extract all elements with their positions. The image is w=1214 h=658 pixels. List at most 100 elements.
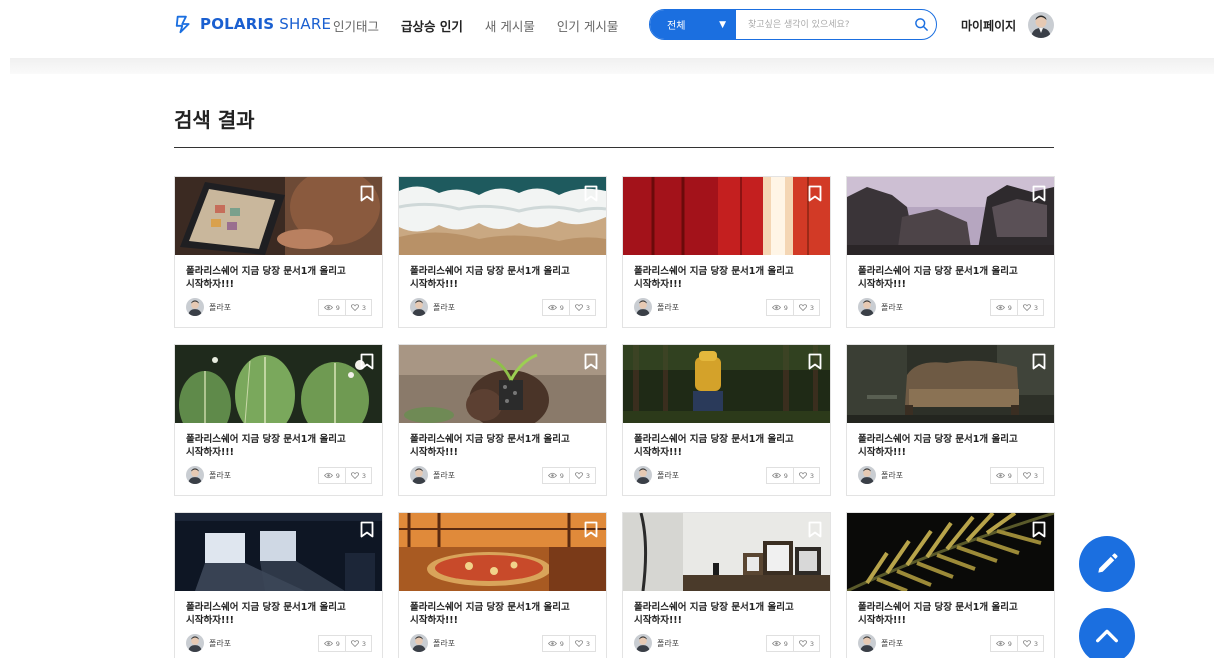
post-card[interactable]: 폴라리스쉐어 지금 당장 문서1개 올리고 시작하자!!! 폴라포 9 3 [622,176,831,328]
view-count-value: 9 [559,639,564,648]
post-stats: 9 3 [765,635,820,652]
bookmark-icon[interactable] [808,521,822,538]
post-card[interactable]: 폴라리스쉐어 지금 당장 문서1개 올리고 시작하자!!! 폴라포 9 3 [174,344,383,496]
view-count-value: 9 [1007,471,1012,480]
like-count[interactable]: 3 [792,468,819,483]
post-card[interactable]: 폴라리스쉐어 지금 당장 문서1개 올리고 시작하자!!! 폴라포 9 3 [622,512,831,658]
bookmark-icon[interactable] [1032,353,1046,370]
user-avatar[interactable] [1028,12,1054,38]
author-avatar-image [186,634,204,652]
bookmark-icon[interactable] [808,353,822,370]
post-author[interactable]: 폴라포 [410,634,455,652]
logo[interactable]: POLARIS SHARE [174,12,331,36]
heart-icon [798,472,807,479]
view-count: 9 [319,300,345,315]
nav-popular-posts[interactable]: 인기 게시물 [557,16,618,35]
post-title[interactable]: 폴라리스쉐어 지금 당장 문서1개 올리고 시작하자!!! [186,434,376,459]
post-card[interactable]: 폴라리스쉐어 지금 당장 문서1개 올리고 시작하자!!! 폴라포 9 3 [622,344,831,496]
cactus-photo-image [175,345,382,423]
post-author[interactable]: 폴라포 [410,466,455,484]
author-avatar [634,634,652,652]
post-title[interactable]: 폴라리스쉐어 지금 당장 문서1개 올리고 시작하자!!! [634,266,824,291]
author-name: 폴라포 [881,470,904,480]
heart-icon [1022,304,1031,311]
avatar-image [1028,12,1054,38]
write-post-button[interactable] [1079,536,1135,592]
bookmark-icon[interactable] [584,521,598,538]
post-card[interactable]: 폴라리스쉐어 지금 당장 문서1개 올리고 시작하자!!! 폴라포 9 3 [846,176,1055,328]
author-avatar-image [186,298,204,316]
bookmark-icon[interactable] [584,353,598,370]
forest-hiker-photo-image [623,345,830,423]
post-card[interactable]: 폴라리스쉐어 지금 당장 문서1개 올리고 시작하자!!! 폴라포 9 3 [174,176,383,328]
laptop-photo-image [175,177,382,255]
post-author[interactable]: 폴라포 [858,466,903,484]
post-title[interactable]: 폴라리스쉐어 지금 당장 문서1개 올리고 시작하자!!! [410,434,600,459]
like-count[interactable]: 3 [344,636,371,651]
post-card[interactable]: 폴라리스쉐어 지금 당장 문서1개 올리고 시작하자!!! 폴라포 9 3 [398,512,607,658]
post-card[interactable]: 폴라리스쉐어 지금 당장 문서1개 올리고 시작하자!!! 폴라포 9 3 [398,176,607,328]
like-count[interactable]: 3 [568,468,595,483]
author-avatar [186,298,204,316]
post-author[interactable]: 폴라포 [858,298,903,316]
view-count-value: 9 [335,639,340,648]
nav-new-posts[interactable]: 새 게시물 [485,16,535,35]
post-title[interactable]: 폴라리스쉐어 지금 당장 문서1개 올리고 시작하자!!! [634,602,824,627]
search-input[interactable] [736,10,906,39]
like-count[interactable]: 3 [1016,300,1043,315]
bookmark-icon[interactable] [808,185,822,202]
search-category-label: 전체 [667,21,686,32]
like-count[interactable]: 3 [344,300,371,315]
post-author[interactable]: 폴라포 [634,466,679,484]
like-count[interactable]: 3 [1016,636,1043,651]
post-author[interactable]: 폴라포 [858,634,903,652]
bookmark-icon[interactable] [360,185,374,202]
bookmark-icon[interactable] [1032,521,1046,538]
like-count[interactable]: 3 [568,636,595,651]
bookmark-icon[interactable] [360,353,374,370]
search-category-select[interactable]: 전체 ▼ [650,10,736,39]
search-button[interactable] [906,10,936,39]
view-count: 9 [991,636,1017,651]
post-title[interactable]: 폴라리스쉐어 지금 당장 문서1개 올리고 시작하자!!! [858,602,1048,627]
post-title[interactable]: 폴라리스쉐어 지금 당장 문서1개 올리고 시작하자!!! [186,602,376,627]
post-card[interactable]: 폴라리스쉐어 지금 당장 문서1개 올리고 시작하자!!! 폴라포 9 3 [846,512,1055,658]
mypage-link[interactable]: 마이페이지 [961,17,1016,34]
post-author[interactable]: 폴라포 [186,298,231,316]
bookmark-icon[interactable] [360,521,374,538]
post-title[interactable]: 폴라리스쉐어 지금 당장 문서1개 올리고 시작하자!!! [634,434,824,459]
eye-icon [771,304,781,311]
like-count-value: 3 [585,471,590,480]
view-count-value: 9 [559,471,564,480]
nav-popular-tags[interactable]: 인기태그 [333,16,379,35]
like-count[interactable]: 3 [344,468,371,483]
view-count: 9 [991,300,1017,315]
post-title[interactable]: 폴라리스쉐어 지금 당장 문서1개 올리고 시작하자!!! [858,434,1048,459]
post-thumbnail [847,177,1054,255]
post-author[interactable]: 폴라포 [410,298,455,316]
post-card[interactable]: 폴라리스쉐어 지금 당장 문서1개 올리고 시작하자!!! 폴라포 9 3 [398,344,607,496]
post-author[interactable]: 폴라포 [634,298,679,316]
post-title[interactable]: 폴라리스쉐어 지금 당장 문서1개 올리고 시작하자!!! [186,266,376,291]
post-title[interactable]: 폴라리스쉐어 지금 당장 문서1개 올리고 시작하자!!! [858,266,1048,291]
bookmark-icon[interactable] [1032,185,1046,202]
like-count[interactable]: 3 [568,300,595,315]
post-card[interactable]: 폴라리스쉐어 지금 당장 문서1개 올리고 시작하자!!! 폴라포 9 3 [846,344,1055,496]
nav-trending[interactable]: 급상승 인기 [401,16,463,35]
post-title[interactable]: 폴라리스쉐어 지금 당장 문서1개 올리고 시작하자!!! [410,266,600,291]
post-title[interactable]: 폴라리스쉐어 지금 당장 문서1개 올리고 시작하자!!! [410,602,600,627]
caret-down-icon: ▼ [719,19,726,30]
bookmark-icon[interactable] [584,185,598,202]
scroll-to-top-button[interactable] [1079,608,1135,658]
page-title: 검색 결과 [174,108,255,132]
post-stats: 9 3 [765,299,820,316]
post-author[interactable]: 폴라포 [186,466,231,484]
like-count[interactable]: 3 [1016,468,1043,483]
post-author[interactable]: 폴라포 [186,634,231,652]
like-count[interactable]: 3 [792,300,819,315]
post-card[interactable]: 폴라리스쉐어 지금 당장 문서1개 올리고 시작하자!!! 폴라포 9 3 [174,512,383,658]
view-count-value: 9 [783,639,788,648]
post-author[interactable]: 폴라포 [634,634,679,652]
like-count-value: 3 [1033,639,1038,648]
like-count[interactable]: 3 [792,636,819,651]
